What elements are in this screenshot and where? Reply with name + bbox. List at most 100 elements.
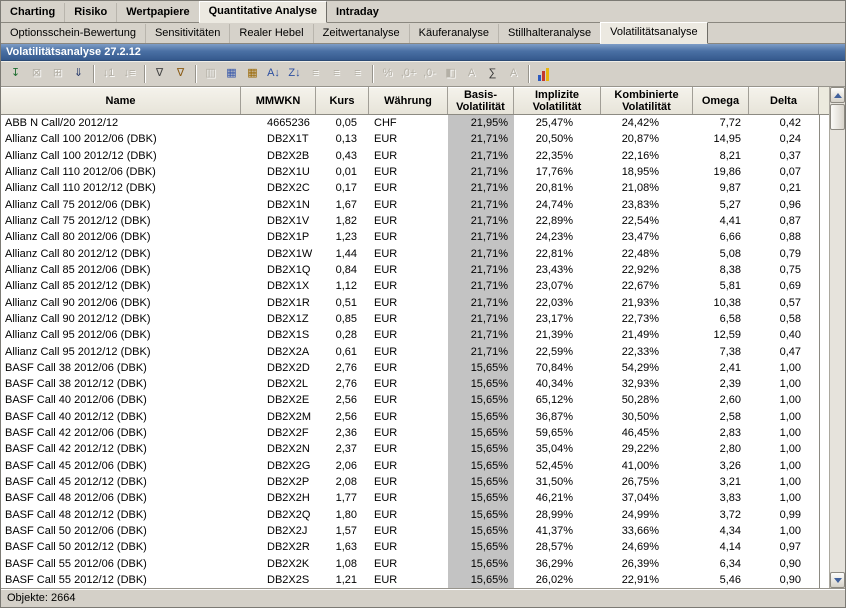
table-row[interactable]: BASF Call 48 2012/12 (DBK)DB2X2Q1,80EUR1… [1,507,829,523]
column-header-mmwkn[interactable]: MMWKN [241,87,316,114]
chart-icon[interactable] [534,64,553,84]
sum-icon[interactable]: ∑ [483,64,502,84]
column-header-kurs[interactable]: Kurs [316,87,369,114]
subtab-stillhalteranalyse[interactable]: Stillhalteranalyse [498,24,600,43]
filter-edit-icon[interactable]: ∇ [150,64,169,84]
vertical-scrollbar[interactable] [829,87,845,588]
cell-name: BASF Call 48 2012/06 (DBK) [1,490,241,506]
column-header-omega[interactable]: Omega [693,87,749,114]
column-header-implizite[interactable]: Implizite Volatilität [514,87,601,114]
column-header-waehrung[interactable]: Währung [369,87,448,114]
export-icon[interactable]: ⇓ [69,64,88,84]
cell-kurs: 0,13 [316,131,369,147]
cell-delta: 1,00 [749,458,819,474]
table-row[interactable]: Allianz Call 110 2012/12 (DBK)DB2X2C0,17… [1,180,829,196]
cell-kurs: 2,06 [316,458,369,474]
cell-name: Allianz Call 90 2012/12 (DBK) [1,311,241,327]
table-row[interactable]: BASF Call 40 2012/06 (DBK)DB2X2E2,56EUR1… [1,392,829,408]
tab-quantitative-analyse[interactable]: Quantitative Analyse [199,1,327,23]
sort-desc-icon[interactable]: Z↓ [285,64,304,84]
subtab-zeitwertanalyse[interactable]: Zeitwertanalyse [313,24,409,43]
table-row[interactable]: BASF Call 50 2012/12 (DBK)DB2X2R1,63EUR1… [1,539,829,555]
table-icon[interactable]: ▦ [222,64,241,84]
table-row[interactable]: Allianz Call 95 2012/12 (DBK)DB2X2A0,61E… [1,343,829,359]
cell-kombinierte: 23,83% [601,197,693,213]
column-header-delta[interactable]: Delta [749,87,819,114]
table-row[interactable]: Allianz Call 80 2012/12 (DBK)DB2X1W1,44E… [1,246,829,262]
table-row[interactable]: BASF Call 45 2012/12 (DBK)DB2X2P2,08EUR1… [1,474,829,490]
cell-delta: 0,90 [749,572,819,588]
table-row[interactable]: Allianz Call 95 2012/06 (DBK)DB2X1S0,28E… [1,327,829,343]
table-row[interactable]: Allianz Call 100 2012/12 (DBK)DB2X2B0,43… [1,148,829,164]
cell-implizite: 52,45% [514,458,601,474]
tab-wertpapiere[interactable]: Wertpapiere [116,3,198,22]
scrollbar-thumb[interactable] [830,104,845,130]
insert-row-icon: ↓1 [99,64,118,84]
cell-omega: 2,83 [693,425,749,441]
subtab-realer-hebel[interactable]: Realer Hebel [229,24,312,43]
subtab-käuferanalyse[interactable]: Käuferanalyse [409,24,498,43]
scroll-down-button[interactable] [830,572,845,588]
table-row[interactable]: BASF Call 50 2012/06 (DBK)DB2X2J1,57EUR1… [1,523,829,539]
table-row[interactable]: BASF Call 55 2012/06 (DBK)DB2X2K1,08EUR1… [1,555,829,571]
cell-name: BASF Call 40 2012/06 (DBK) [1,392,241,408]
cell-omega: 9,87 [693,180,749,196]
cell-basis: 15,65% [448,425,514,441]
table-row[interactable]: BASF Call 48 2012/06 (DBK)DB2X2H1,77EUR1… [1,490,829,506]
table-row[interactable]: Allianz Call 110 2012/06 (DBK)DB2X1U0,01… [1,164,829,180]
cell-kombinierte: 23,47% [601,229,693,245]
scroll-up-button[interactable] [830,87,845,103]
filter-icon[interactable]: ∇ [171,64,190,84]
table-row[interactable]: BASF Call 42 2012/12 (DBK)DB2X2N2,37EUR1… [1,441,829,457]
cell-basis: 21,71% [448,213,514,229]
import-icon[interactable]: ↧ [6,64,25,84]
table-row[interactable]: BASF Call 38 2012/12 (DBK)DB2X2L2,76EUR1… [1,376,829,392]
column-header-kombinierte[interactable]: Kombinierte Volatilität [601,87,693,114]
cell-name: BASF Call 42 2012/12 (DBK) [1,441,241,457]
subtab-volatilitätsanalyse[interactable]: Volatilitätsanalyse [600,22,707,44]
cell-waehrung: EUR [369,425,448,441]
table-row[interactable]: Allianz Call 100 2012/06 (DBK)DB2X1T0,13… [1,131,829,147]
cell-basis: 21,71% [448,327,514,343]
cell-kombinierte: 22,33% [601,343,693,359]
cell-mmwkn: DB2X2J [241,523,316,539]
table-select-icon[interactable]: ▦ [243,64,262,84]
table-row[interactable]: Allianz Call 75 2012/12 (DBK)DB2X1V1,82E… [1,213,829,229]
table-row[interactable]: Allianz Call 75 2012/06 (DBK)DB2X1N1,67E… [1,197,829,213]
table-row[interactable]: Allianz Call 90 2012/12 (DBK)DB2X1Z0,85E… [1,311,829,327]
cell-omega: 8,21 [693,148,749,164]
cell-mmwkn: DB2X2S [241,572,316,588]
table-row[interactable]: BASF Call 38 2012/06 (DBK)DB2X2D2,76EUR1… [1,360,829,376]
cell-kurs: 1,82 [316,213,369,229]
column-header-basis[interactable]: Basis- Volatilität [448,87,514,114]
table-row[interactable]: BASF Call 55 2012/12 (DBK)DB2X2S1,21EUR1… [1,572,829,588]
table-row[interactable]: BASF Call 45 2012/06 (DBK)DB2X2G2,06EUR1… [1,458,829,474]
table-row[interactable]: ABB N Call/20 2012/1246652360,05CHF21,95… [1,115,829,131]
cell-kurs: 1,12 [316,278,369,294]
cell-kurs: 2,56 [316,392,369,408]
scrollbar-track[interactable] [830,130,845,572]
table-row[interactable]: Allianz Call 85 2012/12 (DBK)DB2X1X1,12E… [1,278,829,294]
cell-kombinierte: 24,69% [601,539,693,555]
table-row[interactable]: BASF Call 42 2012/06 (DBK)DB2X2F2,36EUR1… [1,425,829,441]
subtab-optionsschein-bewertung[interactable]: Optionsschein-Bewertung [1,24,145,43]
table-row[interactable]: Allianz Call 80 2012/06 (DBK)DB2X1P1,23E… [1,229,829,245]
cell-kombinierte: 33,66% [601,523,693,539]
table-row[interactable]: Allianz Call 85 2012/06 (DBK)DB2X1Q0,84E… [1,262,829,278]
cell-omega: 3,72 [693,507,749,523]
cell-omega: 6,66 [693,229,749,245]
column-header-name[interactable]: Name [1,87,241,114]
sort-asc-icon[interactable]: A↓ [264,64,283,84]
table-row[interactable]: BASF Call 40 2012/12 (DBK)DB2X2M2,56EUR1… [1,409,829,425]
cell-mmwkn: DB2X2F [241,425,316,441]
cell-basis: 21,71% [448,131,514,147]
cell-waehrung: EUR [369,474,448,490]
tab-risiko[interactable]: Risiko [64,3,116,22]
tab-intraday[interactable]: Intraday [327,3,388,22]
table-row[interactable]: Allianz Call 90 2012/06 (DBK)DB2X1R0,51E… [1,294,829,310]
subtab-sensitivitäten[interactable]: Sensitivitäten [145,24,229,43]
cell-waehrung: EUR [369,327,448,343]
cell-waehrung: EUR [369,148,448,164]
cell-waehrung: EUR [369,197,448,213]
tab-charting[interactable]: Charting [1,3,64,22]
